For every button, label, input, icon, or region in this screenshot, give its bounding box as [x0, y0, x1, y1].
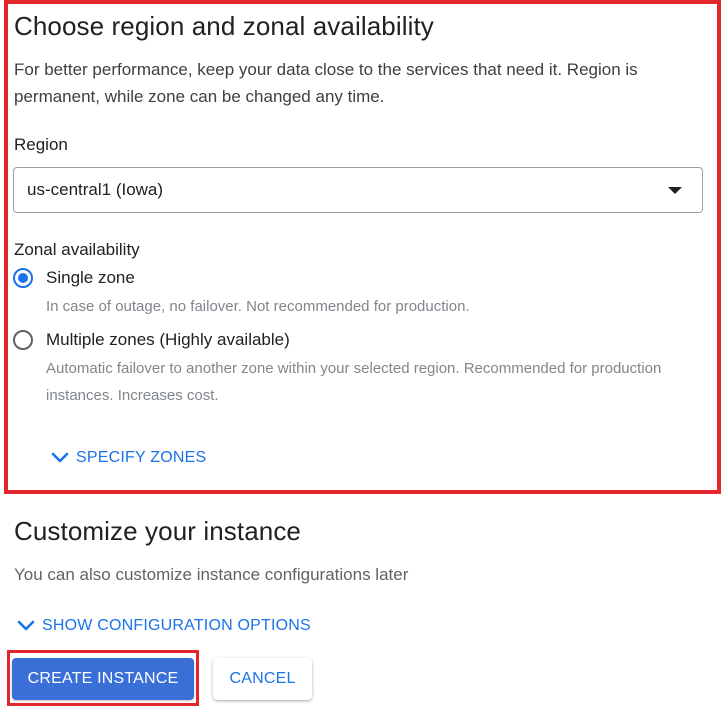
radio-unchecked-icon[interactable]	[13, 330, 33, 350]
multiple-zones-help-text: Automatic failover to another zone withi…	[46, 360, 662, 404]
radio-single-zone[interactable]: Single zone	[13, 268, 135, 288]
page: Choose region and zonal availability For…	[0, 0, 725, 709]
show-configuration-options-label: SHOW CONFIGURATION OPTIONS	[42, 617, 311, 634]
region-label: Region	[14, 135, 68, 154]
zonal-availability-label: Zonal availability	[14, 240, 140, 259]
single-zone-help-text: In case of outage, no failover. Not reco…	[46, 298, 470, 315]
region-section-title: Choose region and zonal availability	[14, 11, 434, 41]
chevron-down-icon	[51, 452, 69, 463]
specify-zones-button[interactable]: SPECIFY ZONES	[50, 448, 206, 468]
region-section-description: For better performance, keep your data c…	[14, 60, 638, 106]
show-configuration-options-button[interactable]: SHOW CONFIGURATION OPTIONS	[16, 616, 311, 636]
radio-checked-icon[interactable]	[13, 268, 33, 288]
caret-down-icon	[668, 187, 682, 194]
cancel-button[interactable]: CANCEL	[213, 658, 312, 700]
radio-multiple-zones-label: Multiple zones (Highly available)	[46, 330, 290, 349]
region-select[interactable]: us-central1 (Iowa)	[13, 167, 703, 213]
specify-zones-label: SPECIFY ZONES	[76, 449, 207, 466]
chevron-down-icon	[17, 620, 35, 631]
radio-single-zone-label: Single zone	[46, 268, 135, 287]
create-instance-button[interactable]: CREATE INSTANCE	[12, 658, 194, 700]
region-select-value: us-central1 (Iowa)	[27, 180, 164, 199]
customize-section-title: Customize your instance	[14, 516, 301, 546]
radio-multiple-zones[interactable]: Multiple zones (Highly available)	[13, 330, 290, 350]
customize-section-description: You can also customize instance configur…	[14, 565, 409, 584]
